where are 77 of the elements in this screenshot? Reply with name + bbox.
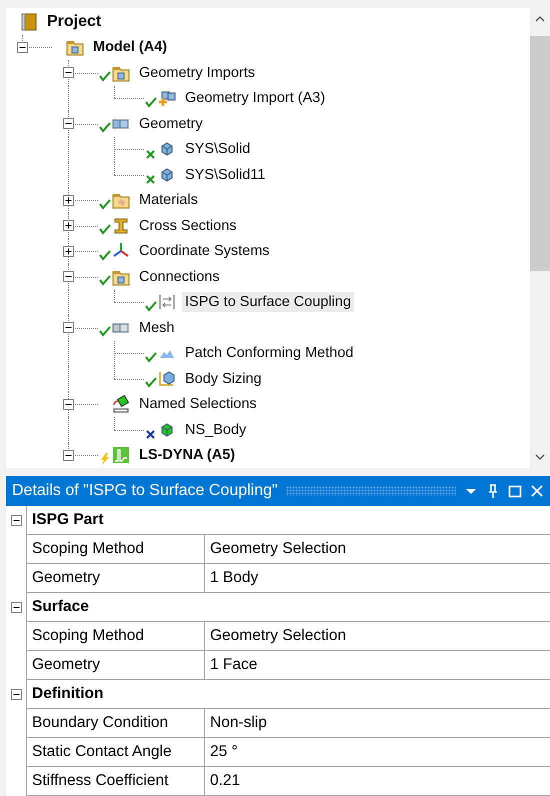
check-icon [99, 70, 111, 82]
property-value: 1 Face [204, 651, 550, 680]
tree-item[interactable]: Mesh [136, 318, 178, 338]
property-value: Geometry Selection [204, 535, 550, 564]
property-value: Non-slip [204, 709, 550, 738]
expander-icon[interactable] [63, 398, 74, 410]
expander-icon[interactable] [10, 602, 22, 613]
tree-item[interactable]: Geometry Imports [136, 62, 258, 83]
tree-item[interactable]: Named Selections [136, 394, 260, 414]
tree-item[interactable]: Cross Sections [136, 216, 240, 236]
section-header: Definition [26, 680, 550, 709]
tree-item[interactable]: ISPG to Surface Coupling [182, 292, 354, 312]
check-icon [145, 96, 157, 108]
property-name: Stiffness Coefficient [26, 767, 204, 796]
check-icon [99, 248, 111, 260]
expander-icon[interactable] [63, 271, 74, 282]
scroll-up-icon[interactable] [535, 16, 545, 22]
property-name: Scoping Method [26, 622, 204, 651]
expander-icon[interactable] [63, 450, 74, 460]
check-icon [145, 350, 157, 362]
property-value: 0.21 [204, 767, 550, 796]
tree-item[interactable]: SYS\Solid [182, 139, 254, 160]
tree-item[interactable]: Geometry Import (A3) [182, 88, 328, 108]
section-header: Surface [26, 593, 550, 622]
folder-icon [112, 191, 130, 210]
check-icon [99, 198, 111, 210]
expander-icon[interactable] [63, 67, 74, 78]
check-icon [99, 325, 111, 337]
tree-item[interactable]: Geometry [136, 114, 206, 134]
expander-icon[interactable] [17, 42, 28, 52]
chart-icon [112, 446, 130, 464]
expander-icon[interactable] [63, 322, 74, 333]
expander-icon[interactable] [63, 194, 74, 206]
property-name: Static Contact Angle [26, 738, 204, 767]
expander-icon[interactable] [10, 515, 22, 526]
close-icon[interactable] [530, 484, 544, 498]
cube-plus-icon [158, 89, 176, 108]
property-name: Geometry [26, 564, 204, 593]
expander-icon[interactable] [10, 689, 22, 700]
folder-icon [66, 38, 84, 56]
tree-item[interactable]: LS-DYNA (A5) [136, 445, 238, 466]
book-icon [20, 12, 38, 31]
cube-icon [158, 370, 176, 388]
tree-item[interactable]: NS_Body [182, 420, 250, 440]
tree-item[interactable]: Coordinate Systems [136, 241, 273, 262]
check-icon [99, 223, 111, 235]
property-value: 1 Body [204, 564, 550, 593]
selection-icon [112, 395, 130, 414]
property-name: Geometry [26, 651, 204, 680]
section-header: ISPG Part [26, 506, 550, 535]
tree-item[interactable]: Project [44, 10, 104, 33]
property-name: Boundary Condition [26, 709, 204, 738]
pin-icon[interactable] [486, 484, 500, 498]
property-value: Geometry Selection [204, 622, 550, 651]
check-icon [99, 121, 111, 133]
panel-title: Details of "ISPG to Surface Coupling" [12, 482, 278, 500]
tree-item[interactable]: Model (A4) [90, 37, 170, 58]
tree-item[interactable]: Body Sizing [182, 368, 265, 389]
tree-item[interactable]: Patch Conforming Method [182, 343, 356, 364]
expander-icon[interactable] [63, 246, 74, 256]
check-icon [145, 300, 157, 312]
check-icon [99, 274, 111, 286]
scroll-down-icon[interactable] [535, 454, 545, 460]
tree-item[interactable]: SYS\Solid11 [182, 164, 268, 185]
tree-item[interactable]: Connections [136, 266, 223, 287]
maximize-icon[interactable] [508, 484, 522, 498]
arrows-icon [158, 293, 176, 312]
lightning-icon [99, 452, 111, 464]
expander-icon[interactable] [63, 220, 74, 231]
scroll-thumb[interactable] [530, 36, 550, 271]
tree-item[interactable]: Materials [136, 190, 201, 210]
expander-icon[interactable] [63, 118, 74, 129]
property-name: Scoping Method [26, 535, 204, 564]
beam-icon [112, 216, 130, 235]
check-icon [145, 376, 157, 388]
grip-handle[interactable] [286, 486, 456, 496]
property-value: 25 ° [204, 738, 550, 767]
